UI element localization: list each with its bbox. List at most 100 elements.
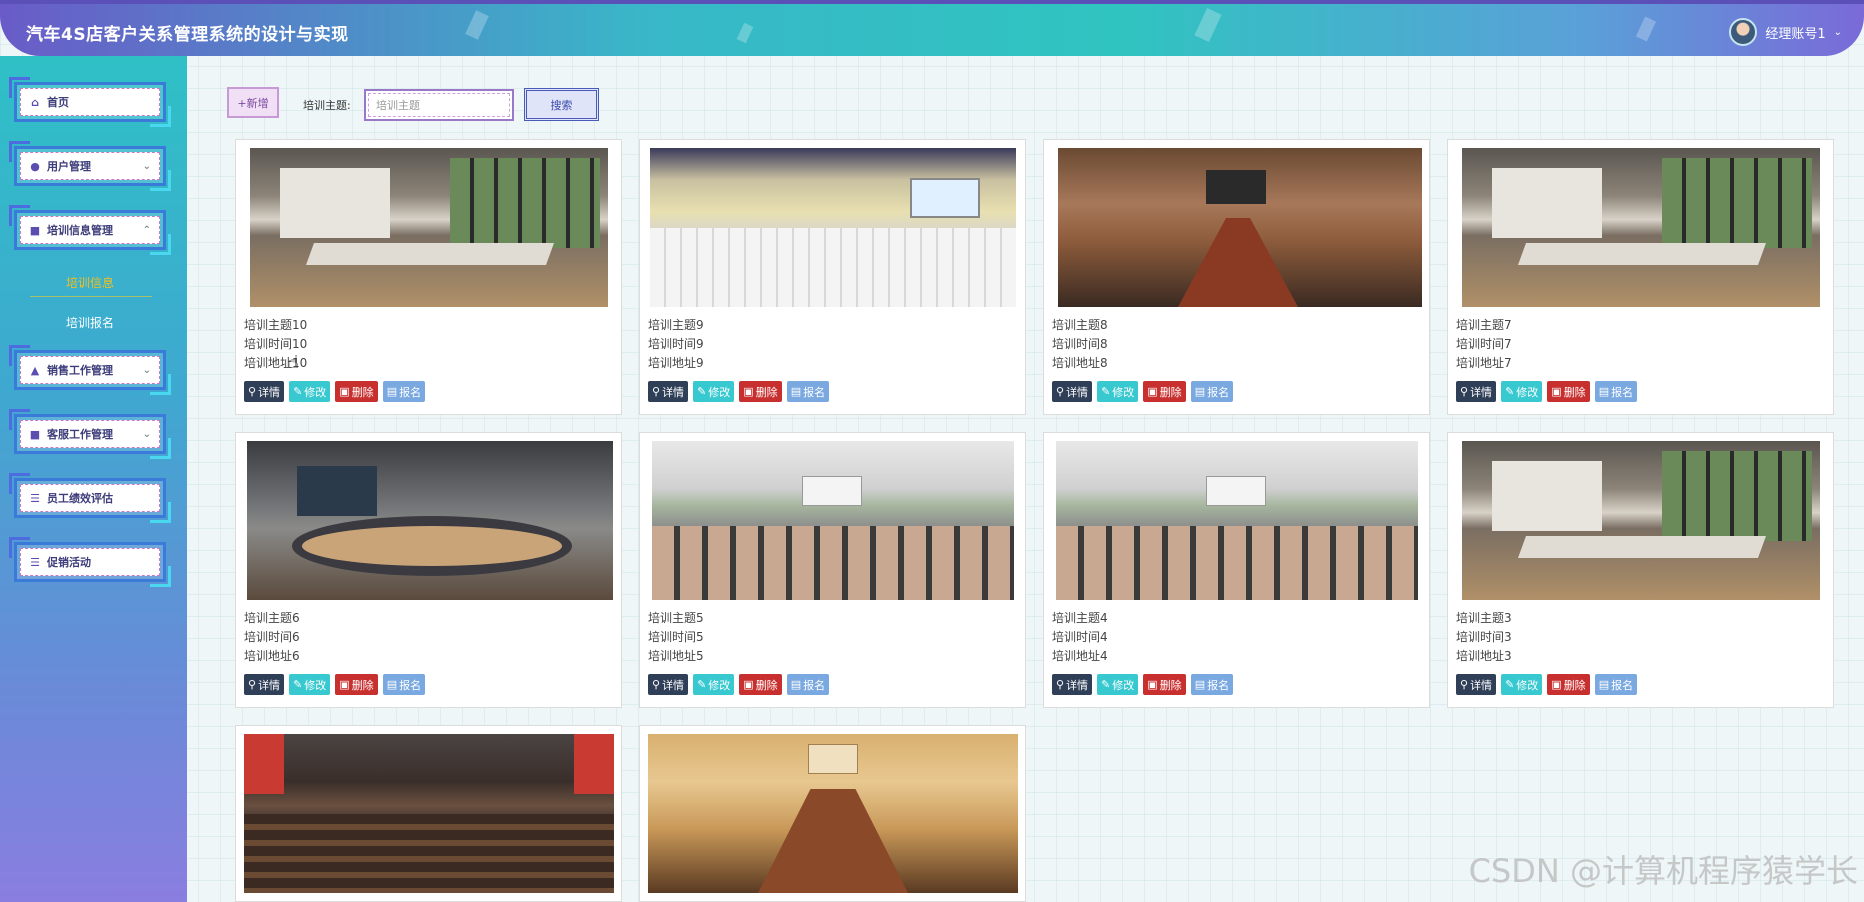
pencil-icon: ✎ — [1101, 678, 1111, 691]
window-shape — [450, 158, 600, 248]
user-menu[interactable]: 经理账号1 ⌄ — [1729, 18, 1842, 46]
delete-button[interactable]: ▣ 删除 — [739, 674, 782, 695]
delete-button[interactable]: ▣ 删除 — [1143, 381, 1186, 402]
trash-icon: ▣ — [1147, 385, 1158, 398]
signup-label: 报名 — [399, 678, 422, 692]
search-input[interactable] — [364, 89, 514, 121]
search-icon: ⚲ — [652, 385, 661, 398]
card-time: 培训时间4 — [1052, 630, 1108, 644]
table-shape — [1517, 536, 1767, 558]
delete-button[interactable]: ▣ 删除 — [1547, 674, 1590, 695]
detail-button[interactable]: ⚲ 详情 — [1456, 674, 1497, 695]
signup-button[interactable]: ▤ 报名 — [1594, 381, 1638, 402]
delete-button[interactable]: ▣ 删除 — [1143, 674, 1186, 695]
edit-button[interactable]: ✎ 修改 — [289, 674, 331, 695]
pencil-icon: ✎ — [1505, 385, 1515, 398]
sidebar-item-training[interactable]: ■ 培训信息管理 ⌃ — [9, 205, 171, 255]
round-table-room-image — [247, 441, 613, 600]
card-topic: 培训主题10 — [244, 318, 308, 332]
signup-label: 报名 — [399, 385, 422, 399]
table-shape — [305, 243, 555, 265]
card-topic: 培训主题3 — [1456, 611, 1512, 625]
sidebar-item-users[interactable]: ● 用户管理 ⌄ — [9, 141, 171, 191]
search-icon: ⚲ — [1460, 678, 1469, 691]
edit-label: 修改 — [1516, 678, 1539, 692]
signup-label: 报名 — [1207, 385, 1230, 399]
detail-label: 详情 — [1470, 385, 1493, 399]
sidebar-subitem-training-signup[interactable]: 培训报名 — [14, 314, 166, 331]
edit-button[interactable]: ✎ 修改 — [289, 381, 331, 402]
trash-icon: ▣ — [743, 678, 754, 691]
screen-shape — [1492, 461, 1602, 531]
edit-label: 修改 — [304, 385, 327, 399]
delete-button[interactable]: ▣ 删除 — [739, 381, 782, 402]
edit-button[interactable]: ✎ 修改 — [1097, 381, 1139, 402]
pencil-icon: ✎ — [293, 678, 303, 691]
delete-button[interactable]: ▣ 删除 — [1547, 381, 1590, 402]
curtain-shape — [244, 734, 284, 794]
active-underline — [30, 296, 152, 297]
signup-button[interactable]: ▤ 报名 — [382, 381, 426, 402]
screen-shape — [808, 744, 858, 774]
detail-button[interactable]: ⚲ 详情 — [1456, 381, 1497, 402]
document-icon: ▤ — [790, 678, 802, 691]
detail-button[interactable]: ⚲ 详情 — [1052, 381, 1093, 402]
trash-icon: ▣ — [1551, 678, 1562, 691]
sidebar-subitem-training-info[interactable]: 培训信息 — [14, 274, 166, 291]
delete-button[interactable]: ▣ 删除 — [335, 381, 378, 402]
signup-button[interactable]: ▤ 报名 — [1190, 381, 1234, 402]
add-button[interactable]: +新增 — [227, 87, 279, 118]
delete-label: 删除 — [1563, 678, 1586, 692]
card-address: 培训地址3 — [1456, 649, 1512, 663]
detail-button[interactable]: ⚲ 详情 — [648, 381, 689, 402]
edit-button[interactable]: ✎ 修改 — [693, 381, 735, 402]
card-topic: 培训主题8 — [1052, 318, 1108, 332]
detail-button[interactable]: ⚲ 详情 — [1052, 674, 1093, 695]
sidebar-item-sales[interactable]: ▲ 销售工作管理 ⌄ — [9, 345, 171, 395]
sidebar-item-home[interactable]: ⌂ 首页 — [9, 77, 171, 127]
signup-button[interactable]: ▤ 报名 — [382, 674, 426, 695]
edit-button[interactable]: ✎ 修改 — [1501, 674, 1543, 695]
detail-button[interactable]: ⚲ 详情 — [244, 381, 285, 402]
sidebar-item-label: 用户管理 — [47, 160, 91, 173]
edit-button[interactable]: ✎ 修改 — [1501, 381, 1543, 402]
search-button[interactable]: 搜索 — [524, 88, 599, 121]
header-decoration — [1194, 8, 1222, 42]
delete-label: 删除 — [755, 678, 778, 692]
card-address: 培训地址7 — [1456, 356, 1512, 370]
top-header: 汽车4S店客户关系管理系统的设计与实现 经理账号1 ⌄ — [0, 0, 1864, 56]
screen-shape — [910, 178, 980, 218]
card-address: 培训地址6 — [244, 649, 300, 663]
sidebar-item-label: 员工绩效评估 — [47, 492, 113, 505]
detail-button[interactable]: ⚲ 详情 — [648, 674, 689, 695]
screen-shape — [802, 476, 862, 506]
training-card: 培训主题7 培训时间7 培训地址7 ⚲ 详情 ✎ 修改 ▣ 删除 ▤ 报名 — [1447, 139, 1834, 415]
edit-button[interactable]: ✎ 修改 — [693, 674, 735, 695]
signup-button[interactable]: ▤ 报名 — [786, 674, 830, 695]
delete-button[interactable]: ▣ 删除 — [335, 674, 378, 695]
card-actions: ⚲ 详情 ✎ 修改 ▣ 删除 ▤ 报名 — [1052, 381, 1234, 402]
meeting-room-image — [250, 148, 608, 307]
header-decoration — [736, 22, 754, 44]
boardroom-image — [648, 734, 1018, 893]
sidebar-item-label: 促销活动 — [47, 556, 91, 569]
signup-button[interactable]: ▤ 报名 — [1594, 674, 1638, 695]
training-card: 培训主题9 培训时间9 培训地址9 ⚲ 详情 ✎ 修改 ▣ 删除 ▤ 报名 — [639, 139, 1026, 415]
signup-button[interactable]: ▤ 报名 — [1190, 674, 1234, 695]
list-icon: ☰ — [30, 491, 40, 505]
watermark: CSDN @计算机程序猿学长 — [1468, 852, 1858, 890]
signup-label: 报名 — [1611, 385, 1634, 399]
tv-shape — [1206, 170, 1266, 204]
edit-button[interactable]: ✎ 修改 — [1097, 674, 1139, 695]
card-topic: 培训主题4 — [1052, 611, 1108, 625]
card-address: 培训地址5 — [648, 649, 704, 663]
detail-button[interactable]: ⚲ 详情 — [244, 674, 285, 695]
sidebar-item-performance[interactable]: ☰ 员工绩效评估 — [9, 473, 171, 523]
chevron-down-icon: ⌄ — [142, 364, 151, 376]
signup-button[interactable]: ▤ 报名 — [786, 381, 830, 402]
detail-label: 详情 — [1066, 678, 1089, 692]
sidebar-item-promotion[interactable]: ☰ 促销活动 — [9, 537, 171, 587]
card-topic: 培训主题6 — [244, 611, 300, 625]
sidebar-item-service[interactable]: ■ 客服工作管理 ⌄ — [9, 409, 171, 459]
conference-room-image — [1058, 148, 1422, 307]
